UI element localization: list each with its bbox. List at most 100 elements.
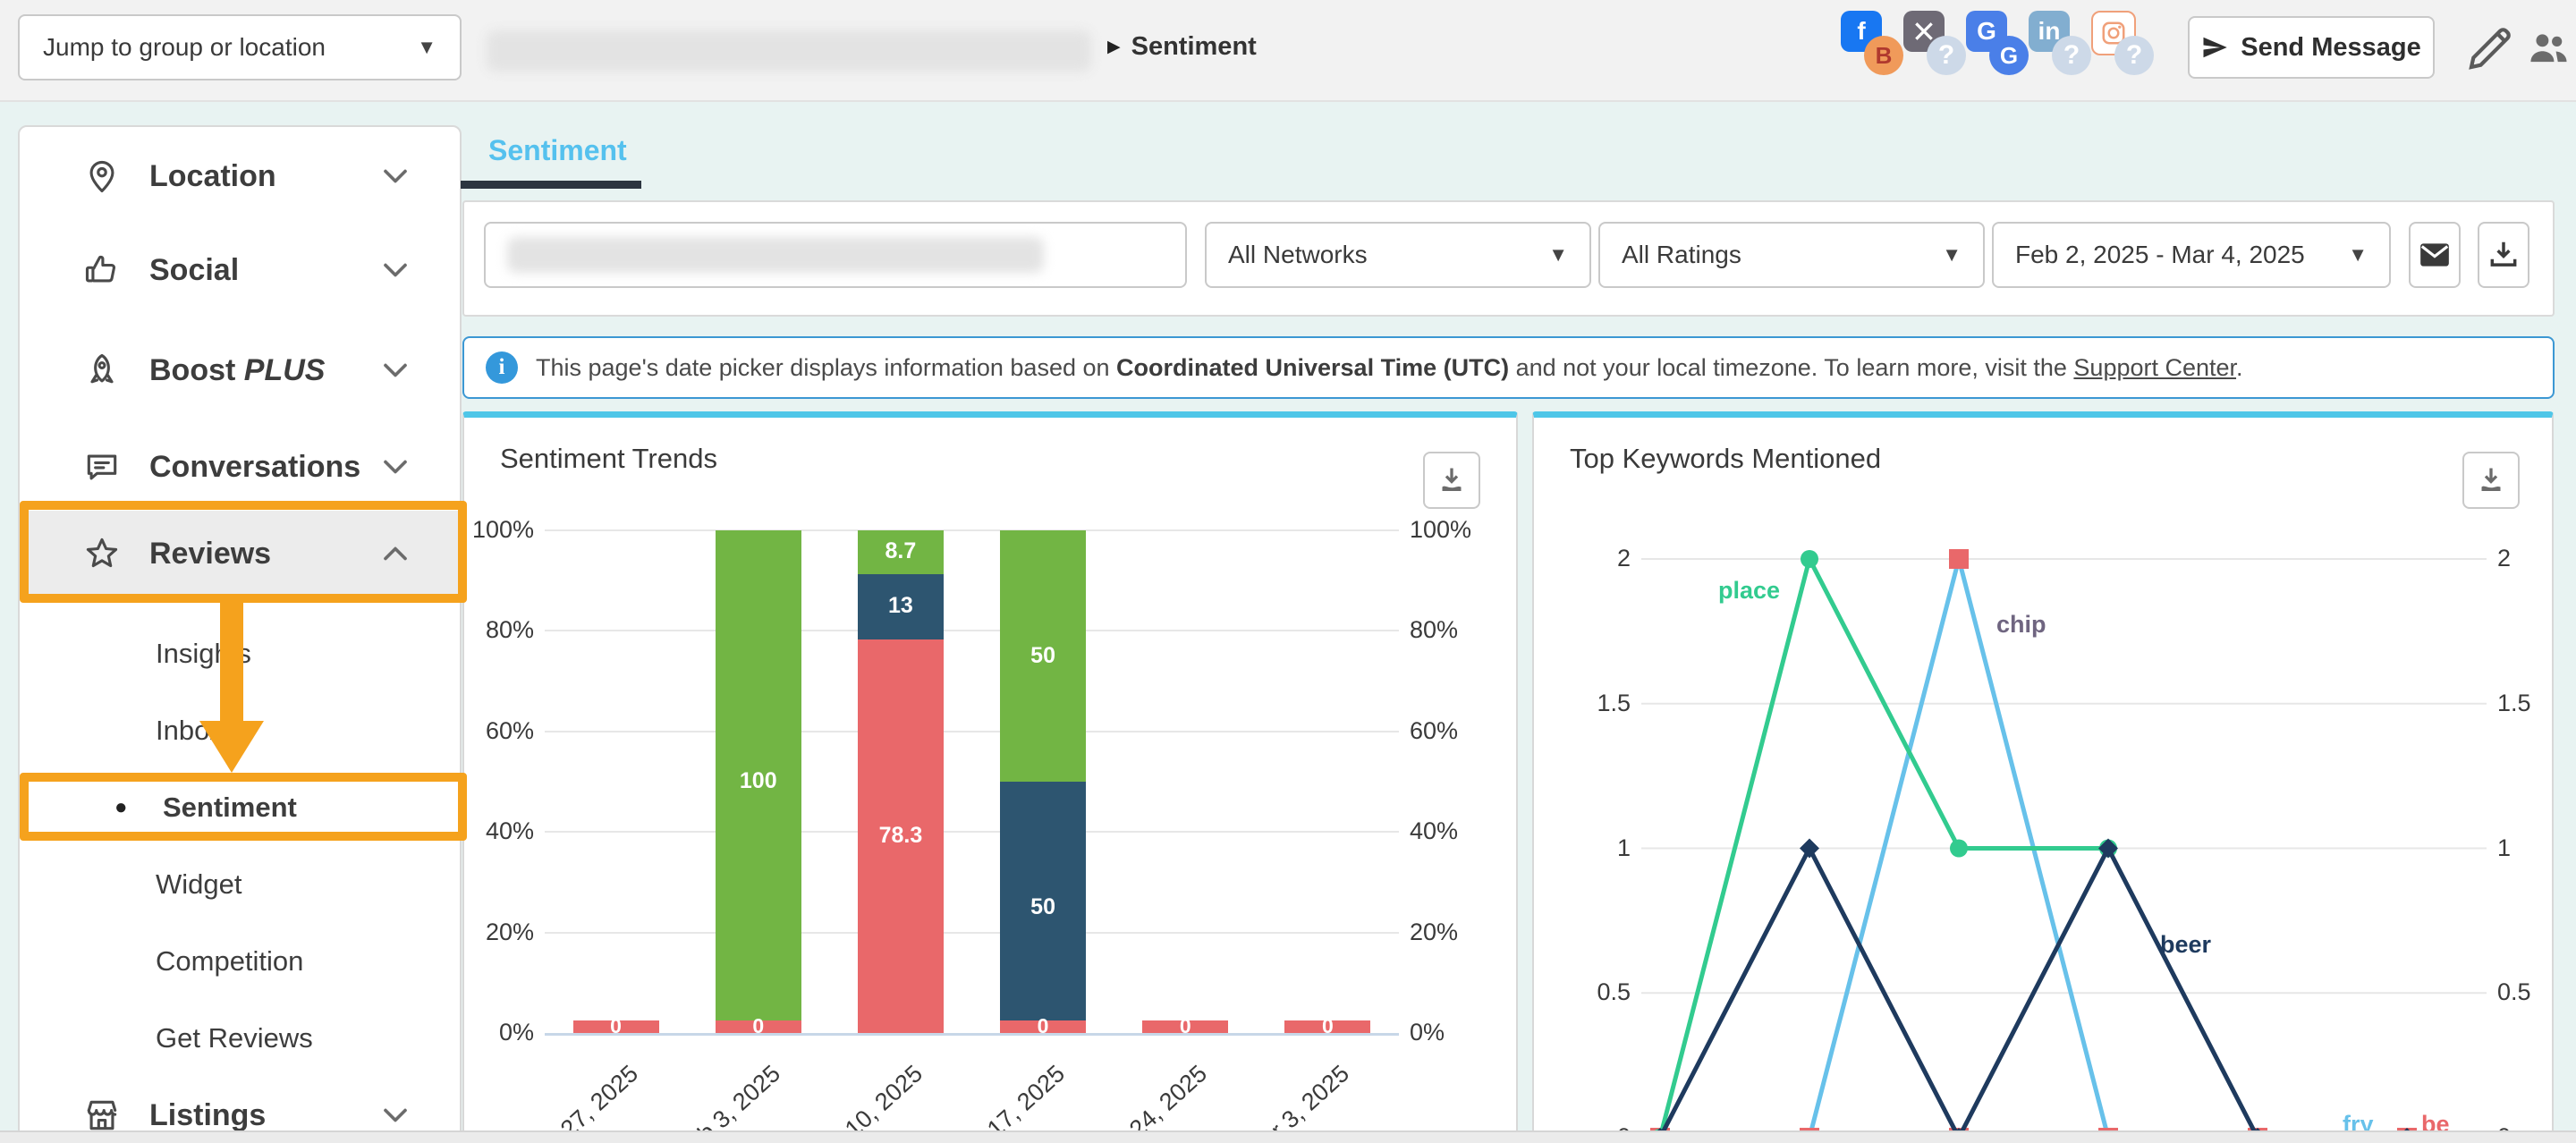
line-plot: 221.51.5110.50.500chipbefryplacebeer [1534, 418, 2552, 1143]
search-input-redacted-value [507, 237, 1044, 273]
date-range-value: Feb 2, 2025 - Mar 4, 2025 [2015, 241, 2305, 269]
y-axis-label: 2 [2497, 545, 2552, 572]
sentiment-trends-card: Sentiment Trends 100%100%80%80%60%60%40%… [462, 411, 1518, 1143]
app-root: Jump to group or location ▼ ▶ Sentiment … [0, 0, 2576, 1143]
y-axis-label: 0.5 [1534, 978, 1631, 1006]
rocket-icon [82, 351, 122, 390]
sidebar-subitem-label: Get Reviews [156, 1022, 313, 1054]
gridline [545, 932, 1399, 934]
y-axis-label-right: 100% [1410, 516, 1508, 544]
avatar: B [1864, 36, 1903, 75]
ratings-filter-select[interactable]: All Ratings ▼ [1598, 222, 1985, 288]
y-axis-label: 2 [1534, 545, 1631, 572]
question-badge-icon: ? [2052, 36, 2091, 75]
network-account-instagram[interactable]: ? [2091, 11, 2170, 84]
download-report-button[interactable] [2478, 222, 2529, 288]
sidebar-subitem-get-reviews[interactable]: Get Reviews [21, 1000, 458, 1077]
sidebar-item-boost[interactable]: Boost PLUS [21, 327, 458, 413]
bar-zero-label: 0 [1000, 1014, 1086, 1038]
chevron-down-icon [376, 250, 415, 290]
top-keywords-card: Top Keywords Mentioned 221.51.5110.50.50… [1532, 411, 2554, 1143]
date-range-select[interactable]: Feb 2, 2025 - Mar 4, 2025 ▼ [1992, 222, 2391, 288]
y-axis-label: 0.5 [2497, 978, 2552, 1006]
marker-place [1801, 550, 1818, 568]
envelope-icon [2418, 238, 2452, 272]
info-icon: i [486, 351, 518, 384]
y-axis-label-left: 60% [464, 717, 534, 745]
thumbs-up-icon [82, 250, 122, 290]
chevron-down-icon [376, 157, 415, 196]
download-icon [2487, 238, 2521, 272]
line-plot-svg [1534, 418, 2552, 1143]
bar-value-label: 13 [858, 593, 944, 619]
y-axis-label-right: 80% [1410, 616, 1508, 644]
bar-zero-label: 0 [1142, 1014, 1228, 1038]
utc-info-banner: i This page's date picker displays infor… [462, 336, 2555, 399]
bar-value-label: 50 [1000, 894, 1086, 920]
y-axis-label-right: 60% [1410, 717, 1508, 745]
sidebar-item-social[interactable]: Social [21, 227, 458, 313]
sidebar-item-conversations[interactable]: Conversations [21, 424, 458, 510]
y-axis-label-right: 20% [1410, 919, 1508, 946]
bar-zero-label: 0 [1284, 1014, 1370, 1038]
y-axis-label: 1.5 [1534, 690, 1631, 717]
y-axis-label-left: 100% [464, 516, 534, 544]
network-icon-cluster: fB?GGin?? [1841, 11, 2181, 91]
network-filter-value: All Networks [1228, 241, 1368, 269]
sidebar-item-label: Listings [149, 1098, 266, 1133]
location-pin-icon [82, 157, 122, 196]
marker-beer [2098, 839, 2118, 859]
network-filter-select[interactable]: All Networks ▼ [1205, 222, 1591, 288]
sidebar-item-label: Conversations [149, 450, 360, 485]
send-message-button[interactable]: Send Message [2188, 16, 2435, 79]
chevron-down-icon: ▼ [1548, 243, 1568, 267]
sidebar-subitem-competition[interactable]: Competition [21, 923, 458, 1000]
bar-value-label: 100 [716, 768, 801, 794]
y-axis-label: 1.5 [2497, 690, 2552, 717]
horizontal-scrollbar[interactable] [0, 1130, 2576, 1143]
tab-sentiment[interactable]: Sentiment [488, 134, 627, 167]
annotation-arrow-stem [220, 601, 243, 723]
storefront-icon [82, 1096, 122, 1135]
series-label-chip: chip [1996, 611, 2046, 639]
search-input[interactable] [484, 222, 1187, 288]
jump-to-group-dropdown[interactable]: Jump to group or location ▼ [18, 14, 462, 80]
breadcrumb-arrow-icon: ▶ [1107, 37, 1121, 57]
chevron-down-icon [376, 351, 415, 390]
question-badge-icon: ? [2114, 36, 2154, 75]
sidebar-item-location[interactable]: Location [21, 133, 458, 219]
series-label-place: place [1718, 577, 1780, 605]
chat-bubble-icon [82, 447, 122, 487]
y-axis-label-right: 40% [1410, 817, 1508, 845]
annotation-arrow-head [199, 721, 264, 773]
google-badge-icon: G [1989, 36, 2029, 75]
breadcrumb-current: Sentiment [1131, 32, 1257, 62]
bar-value-label: 8.7 [858, 538, 944, 564]
utc-banner-text: This page's date picker displays informa… [536, 354, 2243, 382]
bar-zero-label: 0 [716, 1014, 801, 1038]
sidebar-subitem-widget[interactable]: Widget [21, 846, 458, 923]
chevron-down-icon [376, 1096, 415, 1135]
gridline [545, 731, 1399, 732]
chevron-down-icon [376, 447, 415, 487]
marker-beer [1800, 839, 1819, 859]
jump-to-group-label: Jump to group or location [43, 33, 326, 62]
people-icon[interactable] [2526, 25, 2572, 72]
sidebar-subitem-label: Competition [156, 945, 303, 978]
sidebar-item-label: Location [149, 159, 276, 194]
gridline [545, 529, 1399, 531]
annotation-box-reviews [20, 501, 467, 603]
email-report-button[interactable] [2409, 222, 2461, 288]
paper-plane-icon [2201, 34, 2228, 61]
sidebar-item-label: Boost PLUS [149, 353, 325, 388]
bar-zero-label: 0 [573, 1014, 659, 1038]
pencil-icon[interactable] [2465, 23, 2515, 73]
ratings-filter-value: All Ratings [1622, 241, 1741, 269]
annotation-box-sentiment [20, 773, 467, 841]
top-bar: Jump to group or location ▼ ▶ Sentiment … [0, 0, 2576, 102]
support-center-link[interactable]: Support Center [2073, 354, 2236, 381]
sidebar-subitem-label: Widget [156, 868, 242, 901]
bar-plot: 100%100%80%80%60%60%40%40%20%20%0%0%0Mon… [464, 418, 1516, 1143]
y-axis-label: 1 [1534, 834, 1631, 862]
bar-value-label: 78.3 [858, 823, 944, 849]
